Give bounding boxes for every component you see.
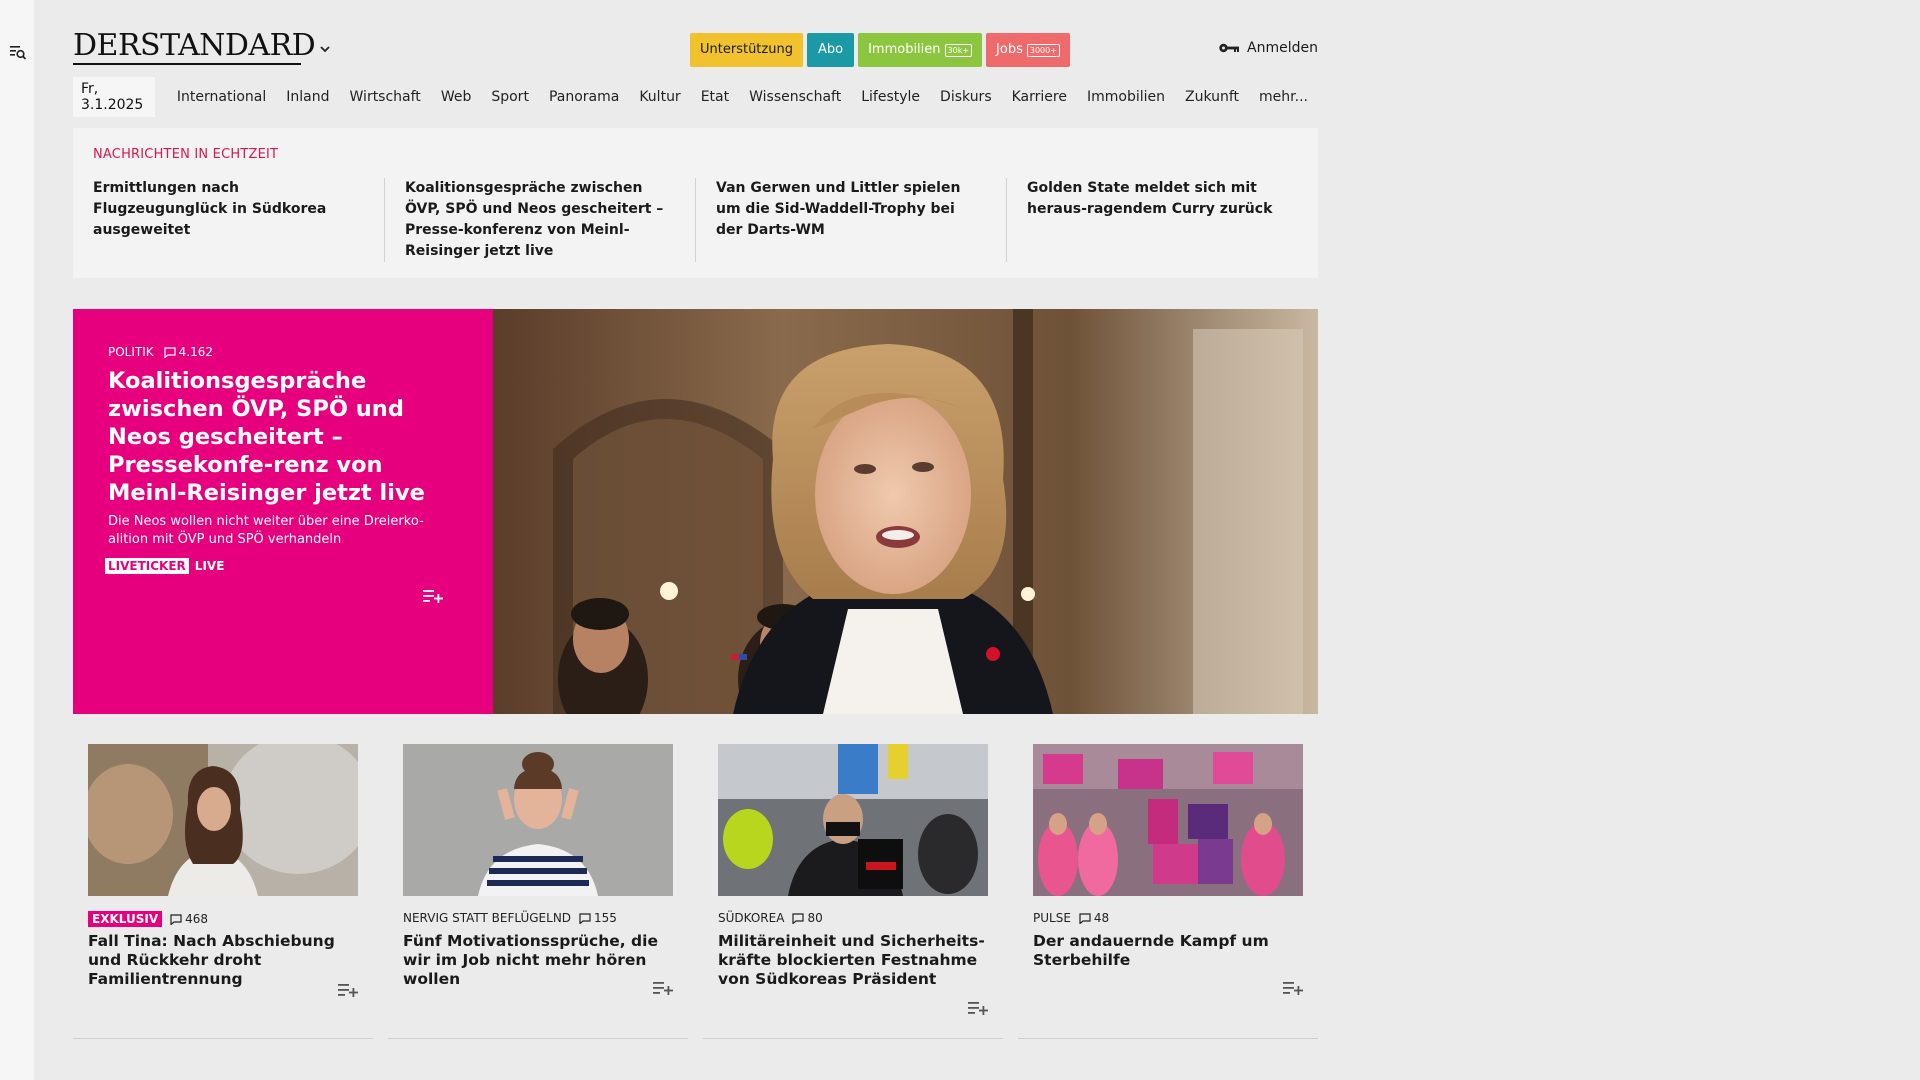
article-thumbnail: [1033, 744, 1303, 896]
article-category[interactable]: NERVIG STATT BEFLÜGELND: [403, 911, 571, 925]
login-button[interactable]: Anmelden: [1218, 40, 1318, 56]
article-comment-count[interactable]: 155: [579, 911, 617, 925]
live-news-ticker: NACHRICHTEN IN ECHTZEIT Ermittlungen nac…: [73, 128, 1318, 278]
logo-underline: [73, 63, 301, 65]
hero-category[interactable]: POLITIK: [108, 345, 154, 359]
main-nav: Fr, 3.1.2025 International Inland Wirtsc…: [73, 77, 1318, 117]
hero-photo: [493, 309, 1318, 714]
immobilien-button[interactable]: Immobilien 30k+: [858, 33, 983, 67]
ticker-item[interactable]: Ermittlungen nach Flugzeugunglück in Süd…: [73, 178, 384, 262]
comment-icon: [792, 912, 805, 924]
nav-item-international[interactable]: International: [177, 89, 266, 105]
comment-number: 468: [185, 912, 209, 926]
article-cards: EXKLUSIV 468 Fall Tina: Nach Abschiebung…: [73, 744, 1318, 1039]
nav-item-lifestyle[interactable]: Lifestyle: [861, 89, 920, 105]
comment-number: 80: [807, 911, 823, 925]
article-title[interactable]: Der andauernde Kampf um Sterbehilfe: [1033, 932, 1308, 970]
menu-search-icon[interactable]: [9, 43, 27, 61]
exclusive-badge: EXKLUSIV: [88, 911, 163, 927]
article-meta: SÜDKOREA 80: [718, 911, 823, 925]
immobilien-count-badge: 30k+: [944, 43, 973, 57]
hero-meta: POLITIK 4.162: [108, 345, 213, 359]
comment-icon: [164, 346, 176, 358]
add-to-list-icon[interactable]: [968, 1000, 988, 1016]
chevron-down-icon[interactable]: [318, 42, 332, 56]
nav-item-immobilien[interactable]: Immobilien: [1087, 89, 1165, 105]
ticker-heading: NACHRICHTEN IN ECHTZEIT: [93, 147, 279, 162]
hero-headline[interactable]: Koalitionsgespräche zwischen ÖVP, SPÖ un…: [108, 367, 453, 507]
jobs-button[interactable]: Jobs 3000+: [986, 33, 1070, 67]
support-button[interactable]: Unterstützung: [690, 33, 803, 67]
article-comment-count[interactable]: 468: [170, 912, 208, 926]
add-to-list-icon[interactable]: [423, 588, 443, 604]
article-meta: NERVIG STATT BEFLÜGELND 155: [403, 911, 617, 925]
left-sidebar: [0, 0, 34, 1080]
comment-number: 155: [594, 911, 617, 925]
nav-item-karriere[interactable]: Karriere: [1012, 89, 1067, 105]
login-label: Anmelden: [1247, 40, 1318, 56]
nav-item-sport[interactable]: Sport: [491, 89, 529, 105]
article-category[interactable]: PULSE: [1033, 911, 1071, 925]
site-logo[interactable]: DERSTANDARD: [73, 28, 316, 63]
nav-item-panorama[interactable]: Panorama: [549, 89, 619, 105]
article-card[interactable]: NERVIG STATT BEFLÜGELND 155 Fünf Motivat…: [388, 744, 688, 1039]
article-card[interactable]: SÜDKOREA 80 Militäreinheit und Sicherhei…: [703, 744, 1003, 1039]
abo-button[interactable]: Abo: [806, 33, 855, 67]
article-meta: PULSE 48: [1033, 911, 1109, 925]
immobilien-label: Immobilien: [868, 42, 941, 57]
nav-item-zukunft[interactable]: Zukunft: [1185, 89, 1239, 105]
article-thumbnail: [718, 744, 988, 896]
article-thumbnail: [88, 744, 358, 896]
article-card[interactable]: EXKLUSIV 468 Fall Tina: Nach Abschiebung…: [73, 744, 373, 1039]
article-meta: EXKLUSIV 468: [88, 911, 208, 927]
nav-item-more[interactable]: mehr...: [1259, 89, 1308, 105]
ticker-item[interactable]: Koalitionsgespräche zwischen ÖVP, SPÖ un…: [384, 178, 695, 262]
article-thumbnail: [403, 744, 673, 896]
article-category[interactable]: SÜDKOREA: [718, 911, 784, 925]
comment-icon: [579, 912, 591, 924]
nav-item-wissenschaft[interactable]: Wissenschaft: [749, 89, 841, 105]
article-title[interactable]: Militäreinheit und Sicherheits-kräfte bl…: [718, 932, 993, 989]
hero-comment-count[interactable]: 4.162: [164, 345, 213, 359]
jobs-count-badge: 3000+: [1026, 43, 1060, 57]
hero-description: Die Neos wollen nicht weiter über eine D…: [108, 514, 424, 547]
ticker-item[interactable]: Golden State meldet sich mit heraus-rage…: [1006, 178, 1317, 262]
comment-number: 48: [1093, 911, 1110, 925]
article-title[interactable]: Fünf Motivationssprüche, die wir im Job …: [403, 932, 678, 989]
header-buttons: Unterstützung Abo Immobilien 30k+ Jobs 3…: [690, 33, 1070, 67]
nav-item-wirtschaft[interactable]: Wirtschaft: [350, 89, 421, 105]
nav-item-kultur[interactable]: Kultur: [639, 89, 680, 105]
article-comment-count[interactable]: 48: [1079, 911, 1109, 925]
key-icon: [1219, 43, 1240, 53]
article-comment-count[interactable]: 80: [792, 911, 823, 925]
nav-item-inland[interactable]: Inland: [286, 89, 329, 105]
hero-article[interactable]: POLITIK 4.162 Koalitionsgespräche zwisch…: [73, 309, 1318, 714]
jobs-label: Jobs: [996, 42, 1023, 57]
nav-item-etat[interactable]: Etat: [701, 89, 729, 105]
article-title[interactable]: Fall Tina: Nach Abschiebung und Rückkehr…: [88, 932, 363, 989]
hero-live-indicator: LIVETICKER LIVE: [105, 558, 224, 574]
comment-icon: [1079, 912, 1091, 924]
current-date: Fr, 3.1.2025: [73, 77, 155, 117]
page-content: DERSTANDARD Unterstützung Abo Immobilien…: [73, 0, 1318, 1080]
live-label: LIVE: [194, 559, 225, 573]
article-card[interactable]: PULSE 48 Der andauernde Kampf um Sterbeh…: [1018, 744, 1318, 1039]
liveticker-badge: LIVETICKER: [105, 558, 189, 574]
add-to-list-icon[interactable]: [653, 980, 673, 996]
nav-item-diskurs[interactable]: Diskurs: [940, 89, 992, 105]
comment-icon: [170, 913, 182, 925]
nav-item-web[interactable]: Web: [441, 89, 472, 105]
ticker-item[interactable]: Van Gerwen und Littler spielen um die Si…: [695, 178, 1006, 262]
hero-comment-number: 4.162: [178, 345, 214, 359]
add-to-list-icon[interactable]: [338, 982, 358, 998]
add-to-list-icon[interactable]: [1283, 980, 1303, 996]
hero-text-panel: POLITIK 4.162 Koalitionsgespräche zwisch…: [73, 309, 493, 714]
